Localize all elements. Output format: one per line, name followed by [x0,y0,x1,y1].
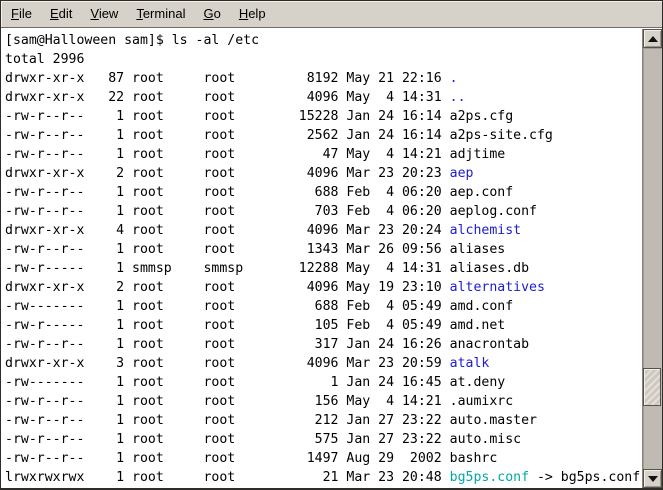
file-name: .aumixrc [450,394,514,409]
menu-terminal[interactable]: Terminal [127,3,194,25]
file-row: -rw-r----- 1 smmsp smmsp 12288 May 4 14:… [5,259,642,278]
menu-go-label: Go [203,6,220,21]
file-meta: -rw------- 1 root root 688 Feb 4 05:49 [5,299,450,314]
scroll-up-icon [648,36,658,42]
file-meta: -rw-r--r-- 1 root root 688 Feb 4 06:20 [5,185,450,200]
file-name: amd.net [450,318,506,333]
file-name: a2ps-site.cfg [450,128,553,143]
file-row: -rw------- 1 root root 1 Jan 24 16:45 at… [5,373,642,392]
file-name: . [450,71,458,86]
menu-terminal-label: Terminal [136,6,185,21]
file-meta: -rw-r--r-- 1 root root 1497 Aug 29 2002 [5,451,450,466]
file-meta: -rw------- 1 root root 1 Jan 24 16:45 [5,375,450,390]
file-name: bg5ps.conf [450,470,529,485]
file-row: drwxr-xr-x 87 root root 8192 May 21 22:1… [5,69,642,88]
file-meta: drwxr-xr-x 4 root root 4096 Mar 23 20:24 [5,223,450,238]
file-meta: drwxr-xr-x 87 root root 8192 May 21 22:1… [5,71,450,86]
file-name: .. [450,90,466,105]
menu-view-label: View [90,6,118,21]
scrollbar-trough[interactable] [643,48,662,469]
file-list: drwxr-xr-x 87 root root 8192 May 21 22:1… [5,69,642,487]
file-meta: -rw-r--r-- 1 root root 47 May 4 14:21 [5,147,450,162]
file-meta: -rw-r--r-- 1 root root 1343 Mar 26 09:56 [5,242,450,257]
file-row: -rw-r--r-- 1 root root 1497 Aug 29 2002 … [5,449,642,468]
file-name: auto.misc [450,432,521,447]
menu-bar: File Edit View Terminal Go Help [1,1,662,28]
menu-edit[interactable]: Edit [41,3,81,25]
file-row: lrwxrwxrwx 1 root root 21 Mar 23 20:48 b… [5,468,642,487]
file-name: amd.conf [450,299,514,314]
file-row: -rw-r--r-- 1 root root 2562 Jan 24 16:14… [5,126,642,145]
file-name: aliases [450,242,506,257]
scrollbar-thumb[interactable] [643,368,661,406]
menu-edit-label: Edit [50,6,72,21]
file-name: aeplog.conf [450,204,537,219]
file-row: -rw-r--r-- 1 root root 1343 Mar 26 09:56… [5,240,642,259]
file-name: a2ps.cfg [450,109,514,124]
file-name: at.deny [450,375,506,390]
file-name: alternatives [450,280,545,295]
file-meta: drwxr-xr-x 2 root root 4096 Mar 23 20:23 [5,166,450,181]
file-row: drwxr-xr-x 2 root root 4096 May 19 23:10… [5,278,642,297]
file-meta: -rw-r--r-- 1 root root 575 Jan 27 23:22 [5,432,450,447]
menu-help[interactable]: Help [230,3,275,25]
file-meta: -rw-r--r-- 1 root root 703 Feb 4 06:20 [5,204,450,219]
scroll-down-button[interactable] [643,469,662,488]
file-row: drwxr-xr-x 2 root root 4096 Mar 23 20:23… [5,164,642,183]
file-name: aliases.db [450,261,529,276]
file-row: drwxr-xr-x 3 root root 4096 Mar 23 20:59… [5,354,642,373]
menu-file[interactable]: File [2,3,41,25]
terminal-window: File Edit View Terminal Go Help [sam@Hal… [0,0,663,490]
file-row: -rw-r--r-- 1 root root 212 Jan 27 23:22 … [5,411,642,430]
file-meta: -rw-r--r-- 1 root root 212 Jan 27 23:22 [5,413,450,428]
file-meta: drwxr-xr-x 2 root root 4096 May 19 23:10 [5,280,450,295]
file-meta: -rw-r----- 1 smmsp smmsp 12288 May 4 14:… [5,261,450,276]
file-row: -rw-r--r-- 1 root root 156 May 4 14:21 .… [5,392,642,411]
file-name: aep [450,166,474,181]
file-row: -rw-r----- 1 root root 105 Feb 4 05:49 a… [5,316,642,335]
file-meta: -rw-r--r-- 1 root root 317 Jan 24 16:26 [5,337,450,352]
file-meta: drwxr-xr-x 3 root root 4096 Mar 23 20:59 [5,356,450,371]
file-name: auto.master [450,413,537,428]
file-name: bashrc [450,451,498,466]
total-line: total 2996 [5,50,642,69]
terminal-output: [sam@Halloween sam]$ ls -al /etctotal 29… [1,29,642,487]
file-row: drwxr-xr-x 22 root root 4096 May 4 14:31… [5,88,642,107]
file-name: alchemist [450,223,521,238]
file-meta: -rw-r--r-- 1 root root 156 May 4 14:21 [5,394,450,409]
menu-view[interactable]: View [81,3,127,25]
scroll-down-icon [648,476,658,482]
menu-help-label: Help [239,6,266,21]
file-name: aep.conf [450,185,514,200]
file-row: -rw-r--r-- 1 root root 317 Jan 24 16:26 … [5,335,642,354]
menu-file-label: File [11,6,32,21]
terminal-viewport[interactable]: [sam@Halloween sam]$ ls -al /etctotal 29… [1,29,642,488]
file-meta: -rw-r----- 1 root root 105 Feb 4 05:49 [5,318,450,333]
symlink-target: -> bg5ps.conf [529,470,640,485]
file-row: -rw-r--r-- 1 root root 688 Feb 4 06:20 a… [5,183,642,202]
file-name: adjtime [450,147,506,162]
prompt-line: [sam@Halloween sam]$ ls -al /etc [5,31,642,50]
file-name: atalk [450,356,490,371]
file-row: -rw-r--r-- 1 root root 47 May 4 14:21 ad… [5,145,642,164]
file-row: drwxr-xr-x 4 root root 4096 Mar 23 20:24… [5,221,642,240]
file-row: -rw-r--r-- 1 root root 703 Feb 4 06:20 a… [5,202,642,221]
file-row: -rw------- 1 root root 688 Feb 4 05:49 a… [5,297,642,316]
file-row: -rw-r--r-- 1 root root 15228 Jan 24 16:1… [5,107,642,126]
file-meta: -rw-r--r-- 1 root root 2562 Jan 24 16:14 [5,128,450,143]
file-meta: -rw-r--r-- 1 root root 15228 Jan 24 16:1… [5,109,450,124]
scroll-up-button[interactable] [643,29,662,48]
file-row: -rw-r--r-- 1 root root 575 Jan 27 23:22 … [5,430,642,449]
file-meta: lrwxrwxrwx 1 root root 21 Mar 23 20:48 [5,470,450,485]
menu-go[interactable]: Go [194,3,229,25]
file-meta: drwxr-xr-x 22 root root 4096 May 4 14:31 [5,90,450,105]
vertical-scrollbar[interactable] [642,29,662,488]
file-name: anacrontab [450,337,529,352]
